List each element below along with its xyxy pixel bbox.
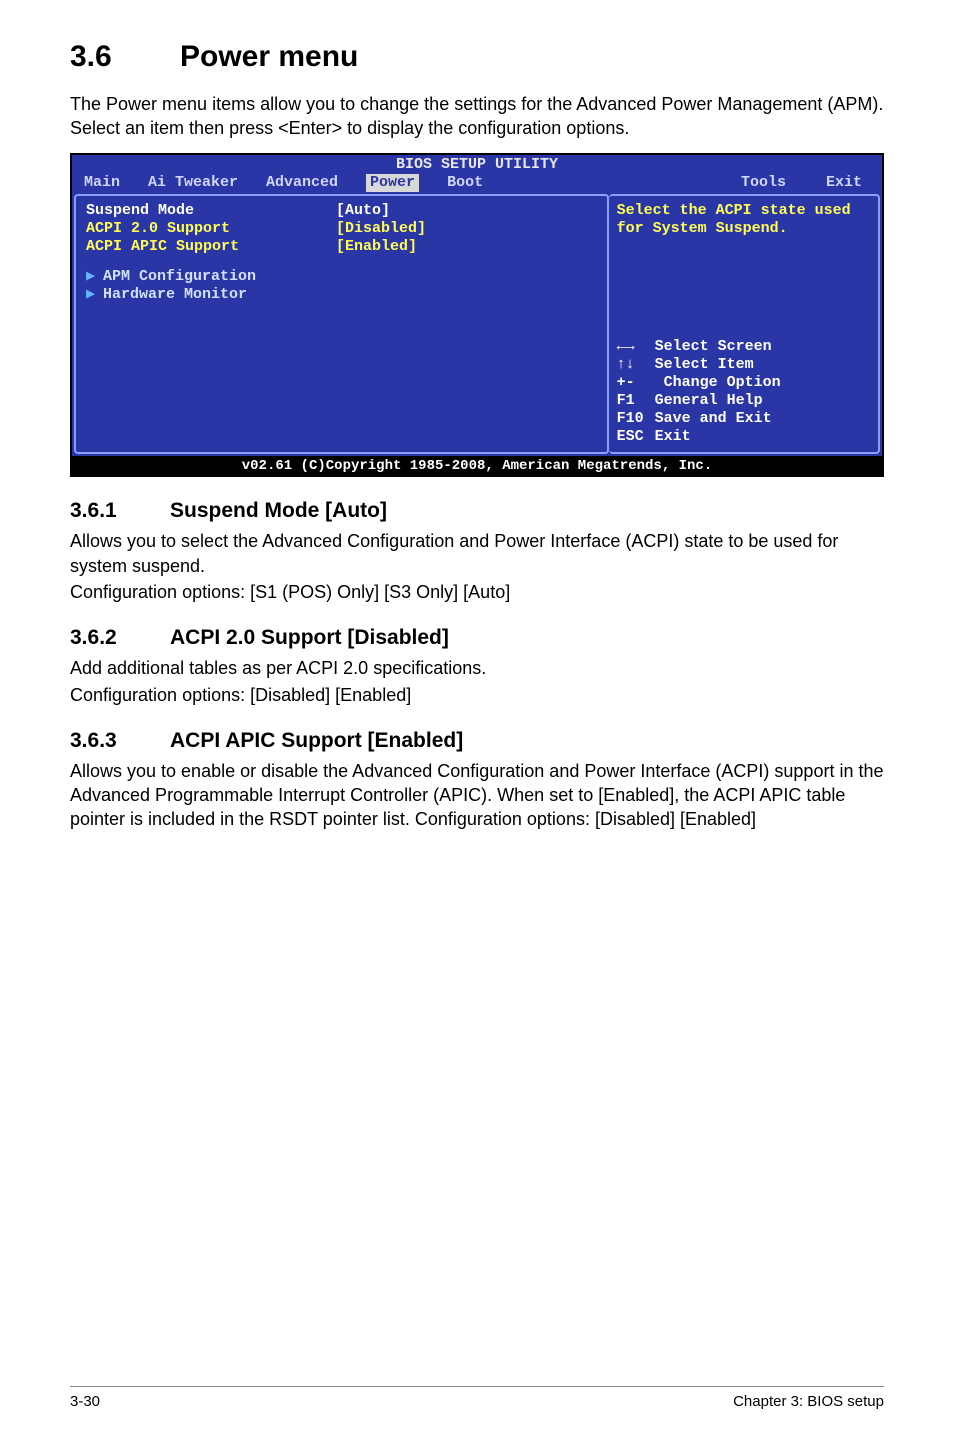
bios-tab-advanced: Advanced (266, 174, 338, 192)
key-desc: Select Screen (655, 338, 772, 355)
bios-item-label: ACPI APIC Support (86, 238, 336, 256)
bios-item: ACPI APIC Support [Enabled] (86, 238, 599, 256)
bios-footer: v02.61 (C)Copyright 1985-2008, American … (72, 456, 882, 476)
bios-item-value: [Disabled] (336, 220, 426, 238)
page-footer: 3-30 Chapter 3: BIOS setup (70, 1386, 884, 1410)
bios-item: ACPI 2.0 Support [Disabled] (86, 220, 599, 238)
key-symbol: F1 (617, 392, 655, 410)
bios-item-label: ACPI 2.0 Support (86, 220, 336, 238)
bios-item-value: [Enabled] (336, 238, 417, 256)
bios-submenu-label: APM Configuration (103, 268, 256, 285)
bios-title: BIOS SETUP UTILITY (72, 155, 882, 174)
page-number: 3-30 (70, 1393, 100, 1410)
section-intro: The Power menu items allow you to change… (70, 92, 884, 141)
bios-help-text: Select the ACPI state used for System Su… (617, 202, 870, 238)
bios-tab-exit: Exit (826, 174, 862, 192)
subsection-heading: 3.6.1Suspend Mode [Auto] (70, 499, 884, 523)
bios-left-panel: Suspend Mode [Auto] ACPI 2.0 Support [Di… (74, 194, 609, 454)
key-symbol: ←→ (617, 338, 655, 356)
key-desc: General Help (655, 392, 763, 409)
key-symbol: ESC (617, 428, 655, 446)
bios-item: Suspend Mode [Auto] (86, 202, 599, 220)
section-number: 3.6 (70, 40, 180, 74)
bios-submenu-label: Hardware Monitor (103, 286, 247, 303)
chapter-label: Chapter 3: BIOS setup (733, 1393, 884, 1410)
body-paragraph: Configuration options: [S1 (POS) Only] [… (70, 580, 884, 604)
bios-right-panel: Select the ACPI state used for System Su… (609, 194, 880, 454)
bios-submenu: ▶ APM Configuration (86, 268, 599, 286)
bios-tab-boot: Boot (447, 174, 483, 192)
key-symbol: +- (617, 374, 655, 392)
subsection-heading: 3.6.2ACPI 2.0 Support [Disabled] (70, 626, 884, 650)
bios-tab-tools: Tools (741, 174, 786, 192)
bios-menubar: Main Ai Tweaker Advanced Power Boot Tool… (72, 174, 882, 194)
body-paragraph: Add additional tables as per ACPI 2.0 sp… (70, 656, 884, 680)
subsection-title: Suspend Mode [Auto] (170, 499, 387, 522)
bios-tab-power: Power (366, 174, 419, 192)
subsection-title: ACPI APIC Support [Enabled] (170, 729, 463, 752)
bios-submenu: ▶ Hardware Monitor (86, 286, 599, 304)
key-desc: Save and Exit (655, 410, 772, 427)
subsection-number: 3.6.3 (70, 729, 170, 753)
key-desc: Exit (655, 428, 691, 445)
body-paragraph: Configuration options: [Disabled] [Enabl… (70, 683, 884, 707)
bios-screenshot: BIOS SETUP UTILITY Main Ai Tweaker Advan… (70, 153, 884, 478)
subsection-number: 3.6.1 (70, 499, 170, 523)
section-title: Power menu (180, 40, 358, 73)
subsection-heading: 3.6.3ACPI APIC Support [Enabled] (70, 729, 884, 753)
key-desc: Select Item (655, 356, 754, 373)
body-paragraph: Allows you to enable or disable the Adva… (70, 759, 884, 832)
bios-item-value: [Auto] (336, 202, 390, 220)
triangle-icon: ▶ (86, 286, 95, 303)
bios-tab-aitweaker: Ai Tweaker (148, 174, 238, 192)
triangle-icon: ▶ (86, 268, 95, 285)
key-desc: Change Option (655, 374, 781, 391)
subsection-number: 3.6.2 (70, 626, 170, 650)
key-symbol: F10 (617, 410, 655, 428)
body-paragraph: Allows you to select the Advanced Config… (70, 529, 884, 578)
subsection-title: ACPI 2.0 Support [Disabled] (170, 626, 449, 649)
key-symbol: ↑↓ (617, 356, 655, 374)
bios-item-label: Suspend Mode (86, 202, 336, 220)
bios-key-legend: ←→Select Screen ↑↓Select Item +- Change … (617, 338, 870, 446)
bios-tab-main: Main (84, 174, 120, 192)
section-heading: 3.6Power menu (70, 40, 884, 74)
